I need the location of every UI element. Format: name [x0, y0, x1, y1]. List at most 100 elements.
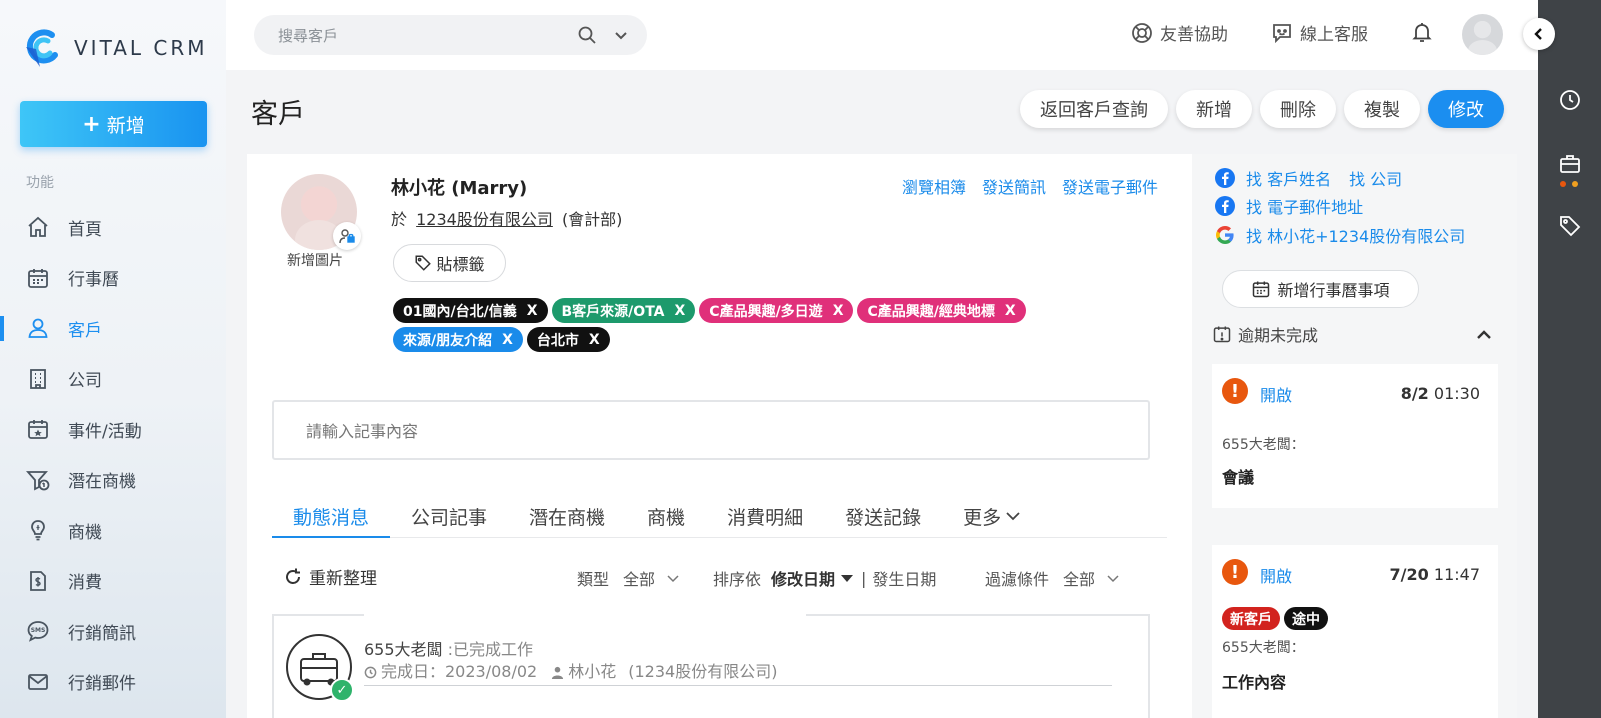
- sidebar-item-customer[interactable]: 客戶: [0, 303, 226, 354]
- copy-button[interactable]: 複製: [1344, 90, 1420, 128]
- tag-label: C產品興趣/多日遊: [709, 303, 823, 320]
- clock-icon[interactable]: [1558, 88, 1582, 112]
- overdue-event-card[interactable]: ! 開啟 7/20 11:47 新客戶 途中 655大老闆： 工作內容: [1212, 545, 1498, 718]
- chevron-down-icon: [1105, 570, 1121, 586]
- sms-icon: SMS: [26, 619, 50, 643]
- edit-button[interactable]: 修改: [1428, 90, 1504, 128]
- overdue-label: 逾期未完成: [1238, 326, 1319, 345]
- tag-icon: [414, 254, 432, 272]
- feed-action: :已完成工作: [447, 640, 534, 659]
- support-link[interactable]: 線上客服: [1270, 20, 1368, 45]
- home-icon: [26, 215, 50, 239]
- briefcase-icon[interactable]: [1558, 152, 1582, 176]
- tab-spending[interactable]: 消費明細: [706, 494, 824, 538]
- sidebar-item-sms[interactable]: SMS 行銷簡訊: [0, 606, 226, 657]
- sort-modified-date[interactable]: 修改日期: [771, 566, 835, 590]
- tag-chip: 01國內/台北/信義 X: [393, 298, 548, 323]
- refresh-button[interactable]: 重新整理: [283, 564, 377, 589]
- tab-send-log[interactable]: 發送記錄: [824, 494, 942, 538]
- remove-tag-button[interactable]: X: [1005, 303, 1016, 319]
- overdue-event-card[interactable]: ! 開啟 8/2 01:30 655大老闆： 會議: [1212, 364, 1498, 508]
- delete-button[interactable]: 刪除: [1260, 90, 1336, 128]
- chevron-down-icon: [665, 570, 681, 586]
- sort-occurred-date[interactable]: 發生日期: [872, 566, 936, 590]
- find-company-link[interactable]: 找 公司: [1349, 166, 1402, 190]
- tab-leads[interactable]: 潛在商機: [508, 494, 626, 538]
- feed-meta: 完成日：2023/08/02 林小花 (1234股份有限公司): [364, 658, 777, 682]
- chevron-up-icon[interactable]: [1473, 324, 1495, 346]
- remove-tag-button[interactable]: X: [833, 303, 844, 319]
- add-photo-link[interactable]: 新增圖片: [287, 250, 343, 270]
- sidebar-item-events[interactable]: 事件/活動: [0, 404, 226, 455]
- sidebar-item-label: 客戶: [68, 320, 102, 341]
- add-tag-button[interactable]: 貼標籤: [393, 244, 506, 282]
- search-placeholder: 搜尋客戶: [278, 26, 339, 45]
- collapse-panel-button[interactable]: [1523, 18, 1555, 50]
- remove-tag-button[interactable]: X: [675, 303, 686, 319]
- search-icon[interactable]: [577, 25, 597, 45]
- sidebar-item-label: 商機: [68, 522, 102, 543]
- sidebar-item-email[interactable]: 行銷郵件: [0, 657, 226, 708]
- tab-activity[interactable]: 動態消息: [272, 494, 391, 539]
- add-tag-label: 貼標籤: [436, 255, 485, 274]
- find-google-link[interactable]: 找 林小花+1234股份有限公司: [1246, 223, 1465, 247]
- sidebar-item-home[interactable]: 首頁: [0, 202, 226, 253]
- google-icon: [1214, 224, 1236, 246]
- add-calendar-event-button[interactable]: 新增行事曆事項: [1222, 270, 1419, 308]
- department: (會計部): [561, 210, 623, 229]
- sidebar-item-calendar[interactable]: 行事曆: [0, 253, 226, 304]
- search-input[interactable]: 搜尋客戶: [254, 15, 647, 55]
- help-label: 友善協助: [1160, 25, 1228, 45]
- back-to-search-button[interactable]: 返回客戶查詢: [1020, 90, 1168, 128]
- tab-opportunities[interactable]: 商機: [626, 494, 706, 538]
- company-link[interactable]: 1234股份有限公司: [416, 210, 553, 229]
- feed-owner[interactable]: 655大老闆: [364, 640, 443, 659]
- tag-icon[interactable]: [1558, 214, 1582, 238]
- brand-name: VITAL CRM: [74, 36, 208, 60]
- vital-crm-logo-icon: [22, 27, 64, 69]
- tab-more-label: 更多: [963, 506, 1002, 529]
- event-time: 11:47: [1433, 565, 1480, 584]
- alert-icon: !: [1222, 559, 1248, 585]
- user-avatar[interactable]: [1462, 14, 1503, 55]
- remove-tag-button[interactable]: X: [527, 303, 538, 319]
- add-new-button[interactable]: + 新增: [20, 101, 207, 147]
- send-email-link[interactable]: 發送電子郵件: [1062, 174, 1158, 198]
- tag-label: 來源/朋友介紹: [403, 332, 493, 349]
- tag-chip: C產品興趣/經典地標 X: [857, 298, 1026, 323]
- logo[interactable]: VITAL CRM: [22, 26, 208, 70]
- remove-tag-button[interactable]: X: [502, 332, 513, 348]
- bell-icon[interactable]: [1410, 20, 1434, 44]
- remove-tag-button[interactable]: X: [589, 332, 600, 348]
- funnel-icon: [26, 468, 50, 492]
- find-customer-name-link[interactable]: 找 客戶姓名: [1246, 166, 1331, 190]
- tab-more[interactable]: 更多: [942, 494, 1044, 538]
- browse-album-link[interactable]: 瀏覽相簿: [902, 174, 966, 198]
- caret-down-icon[interactable]: [841, 574, 854, 582]
- note-input[interactable]: 請輸入記事內容: [272, 400, 1150, 460]
- user-lock-icon[interactable]: [333, 222, 361, 250]
- type-filter[interactable]: 類型 全部: [577, 566, 681, 590]
- sidebar-item-leads[interactable]: 潛在商機: [0, 455, 226, 506]
- sidebar-item-label: 公司: [68, 371, 102, 392]
- side-panel: 找 客戶姓名 找 公司 找 電子郵件地址 找 林小花+1234股份有限公司 新增…: [1192, 154, 1517, 718]
- help-link[interactable]: 友善協助: [1130, 20, 1228, 45]
- send-sms-link[interactable]: 發送簡訊: [982, 174, 1046, 198]
- event-status: 開啟: [1260, 567, 1293, 586]
- feed-person[interactable]: 林小花: [568, 658, 616, 682]
- filter-label: 過濾條件: [985, 570, 1050, 589]
- sidebar-item-label: 事件/活動: [68, 421, 142, 442]
- check-icon: ✓: [330, 678, 354, 702]
- sidebar-item-spending[interactable]: 消費: [0, 556, 226, 607]
- right-toolbar: [1538, 0, 1601, 718]
- sidebar-item-company[interactable]: 公司: [0, 354, 226, 405]
- chevron-down-icon[interactable]: [611, 25, 631, 45]
- condition-filter[interactable]: 過濾條件 全部: [985, 566, 1121, 590]
- tag-chip: 台北市 X: [526, 327, 610, 352]
- sidebar-item-opportunities[interactable]: 商機: [0, 505, 226, 556]
- add-button[interactable]: 新增: [1176, 90, 1252, 128]
- find-email-link[interactable]: 找 電子郵件地址: [1246, 194, 1363, 218]
- tab-company-notes[interactable]: 公司記事: [390, 494, 508, 538]
- svg-text:SMS: SMS: [31, 627, 46, 634]
- event-tags: 新客戶 途中: [1222, 607, 1328, 630]
